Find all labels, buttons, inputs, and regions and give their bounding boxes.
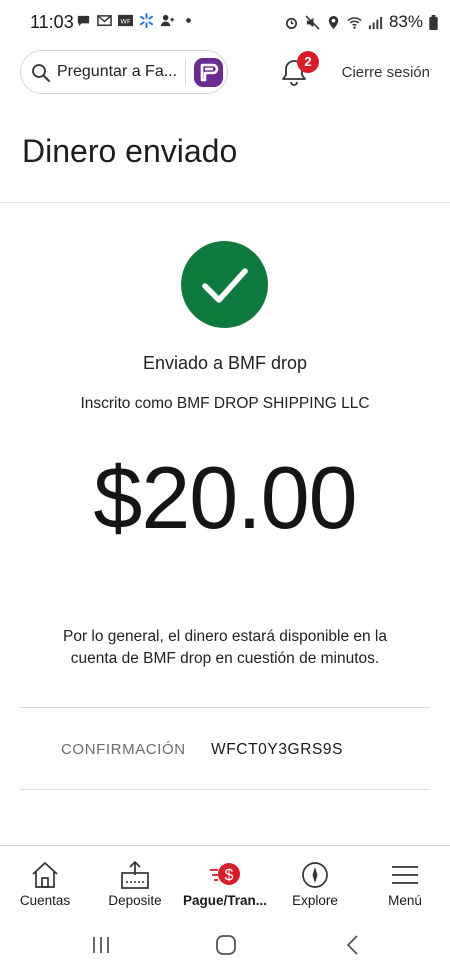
system-navigation-bar: [0, 915, 450, 975]
walmart-spark-icon: [139, 13, 154, 28]
pill-divider: [185, 59, 186, 85]
notification-badge: 2: [297, 51, 319, 73]
confirmation-code: WFCT0Y3GRS9S: [211, 741, 344, 758]
divider: [20, 707, 430, 708]
fargo-assistant-icon[interactable]: [194, 58, 223, 87]
title-divider: [0, 202, 450, 203]
nav-item-cuentas[interactable]: Cuentas: [0, 846, 90, 916]
wells-fargo-app-icon: WF: [118, 14, 133, 27]
gmail-icon: [97, 15, 112, 26]
recent-apps-icon[interactable]: [88, 932, 114, 958]
hamburger-menu-icon: [392, 866, 418, 884]
search-icon: [32, 64, 50, 82]
enrolled-as-name: Inscrito como BMF DROP SHIPPING LLC: [80, 395, 370, 412]
more-dot-icon: [186, 18, 191, 23]
availability-note: Por lo general, el dinero estará disponi…: [63, 628, 387, 667]
divider: [20, 789, 430, 790]
nav-label-explore: Explore: [292, 893, 338, 908]
svg-text:$: $: [225, 867, 234, 884]
alarm-icon: [285, 17, 297, 29]
signal-icon: [368, 16, 383, 29]
page-title: Dinero enviado: [22, 133, 238, 169]
svg-text:WF: WF: [120, 17, 130, 25]
battery-percent: 83%: [388, 12, 423, 31]
back-arrow-icon[interactable]: [340, 932, 366, 958]
deposit-icon: [121, 861, 149, 889]
pay-transfer-icon: $: [210, 863, 240, 885]
nav-label-cuentas: Cuentas: [19, 893, 71, 908]
bottom-navigation: Cuentas Deposite $ Pague/Tran... Explore: [0, 845, 450, 916]
sent-amount: $20.00: [93, 448, 357, 547]
notification-icons: WF: [76, 13, 196, 28]
battery-icon: [429, 14, 438, 30]
location-icon: [328, 15, 339, 29]
system-indicators: 83%: [284, 12, 438, 32]
person-add-icon: [160, 14, 175, 27]
home-button-icon[interactable]: [213, 932, 239, 958]
checkmark-glyph: [202, 268, 248, 303]
nav-item-deposite[interactable]: Deposite: [90, 846, 180, 916]
house-icon: [32, 862, 58, 888]
sign-out-link[interactable]: Cierre sesión: [342, 64, 430, 81]
success-checkmark-icon: [181, 241, 268, 328]
nav-item-explore[interactable]: Explore: [270, 846, 360, 916]
status-time: 11:03: [30, 12, 74, 32]
nav-label-pague-transfiera: Pague/Tran...: [182, 893, 268, 908]
nav-label-deposite: Deposite: [108, 893, 162, 908]
confirmation-label: CONFIRMACIÓN: [61, 741, 186, 758]
search-input[interactable]: Preguntar a Fa...: [57, 63, 177, 81]
mute-icon: [305, 14, 320, 30]
chat-bubble-icon: [77, 15, 90, 27]
fargo-logo-mark: [200, 63, 219, 82]
nav-label-menu: Menú: [388, 893, 422, 908]
status-bar: 11:03 WF 83%: [0, 0, 450, 46]
nav-item-menu[interactable]: Menú: [360, 846, 450, 916]
wifi-icon: [347, 16, 362, 29]
nav-item-pague-transfiera[interactable]: $ Pague/Tran...: [180, 846, 270, 916]
compass-icon: [302, 862, 328, 888]
sent-to-recipient: Enviado a BMF drop: [142, 353, 308, 373]
fargo-assistant-search[interactable]: Preguntar a Fa...: [20, 50, 228, 94]
